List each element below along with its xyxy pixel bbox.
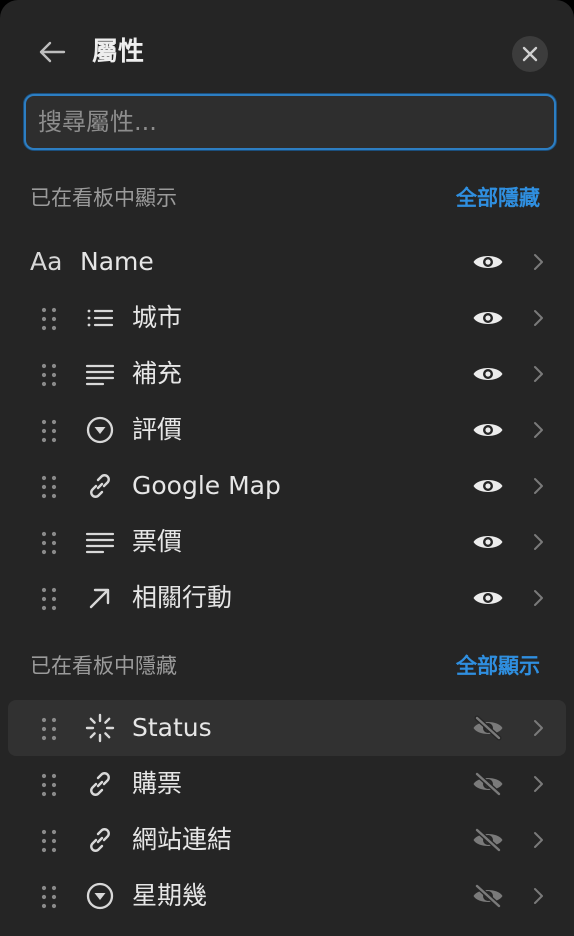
drag-handle-icon[interactable] bbox=[40, 474, 58, 500]
drag-handle-icon[interactable] bbox=[40, 530, 58, 556]
link-icon bbox=[84, 470, 116, 502]
eye-icon[interactable] bbox=[470, 528, 506, 556]
property-label: 相關行動 bbox=[132, 583, 233, 612]
property-row[interactable]: 星期幾 bbox=[8, 868, 566, 924]
hidden-section-label: 已在看板中隱藏 bbox=[30, 654, 177, 678]
property-label: 網站連結 bbox=[132, 825, 233, 854]
chevron-right-icon[interactable] bbox=[526, 770, 550, 798]
chevron-right-icon[interactable] bbox=[526, 472, 550, 500]
arrow-left-icon bbox=[39, 41, 66, 63]
property-row[interactable]: 票價 bbox=[8, 514, 566, 570]
shown-section-label: 已在看板中顯示 bbox=[30, 186, 177, 210]
search-box bbox=[24, 94, 556, 150]
chevron-right-icon[interactable] bbox=[526, 360, 550, 388]
eye-icon[interactable] bbox=[470, 360, 506, 388]
drag-handle-icon[interactable] bbox=[40, 586, 58, 612]
eye-off-icon[interactable] bbox=[470, 714, 506, 742]
hidden-section-header: 已在看板中隱藏 全部顯示 bbox=[0, 646, 574, 686]
property-label: 城市 bbox=[132, 303, 183, 332]
chevron-right-icon[interactable] bbox=[526, 882, 550, 910]
drag-handle-icon[interactable] bbox=[40, 772, 58, 798]
panel-header: 屬性 bbox=[0, 22, 574, 82]
property-label: 星期幾 bbox=[132, 881, 208, 910]
property-label: Status bbox=[132, 713, 212, 742]
panel-title: 屬性 bbox=[92, 37, 145, 67]
property-row[interactable]: Google Map bbox=[8, 458, 566, 514]
property-label: Google Map bbox=[132, 471, 281, 500]
property-label: 購票 bbox=[132, 769, 183, 798]
chevron-right-icon[interactable] bbox=[526, 304, 550, 332]
drag-handle-icon[interactable] bbox=[40, 716, 58, 742]
property-row[interactable]: 相關行動 bbox=[8, 570, 566, 626]
drag-handle-icon[interactable] bbox=[40, 306, 58, 332]
property-label: 評價 bbox=[132, 415, 183, 444]
eye-icon[interactable] bbox=[470, 304, 506, 332]
select-icon bbox=[84, 414, 116, 446]
eye-off-icon[interactable] bbox=[470, 770, 506, 798]
search-input[interactable] bbox=[26, 96, 554, 148]
property-label: 票價 bbox=[132, 527, 183, 556]
drag-handle-icon[interactable] bbox=[40, 884, 58, 910]
chevron-right-icon[interactable] bbox=[526, 248, 550, 276]
hide-all-button[interactable]: 全部隱藏 bbox=[456, 184, 540, 212]
link-icon bbox=[84, 768, 116, 800]
property-row[interactable]: 城市 bbox=[8, 290, 566, 346]
close-icon bbox=[522, 46, 538, 62]
relation-arrow-icon bbox=[84, 582, 116, 614]
eye-off-icon[interactable] bbox=[470, 826, 506, 854]
eye-icon[interactable] bbox=[470, 416, 506, 444]
select-icon bbox=[84, 880, 116, 912]
drag-handle-icon[interactable] bbox=[40, 828, 58, 854]
show-all-button[interactable]: 全部顯示 bbox=[456, 652, 540, 680]
eye-icon[interactable] bbox=[470, 248, 506, 276]
drag-handle-icon[interactable] bbox=[40, 418, 58, 444]
property-row[interactable]: 購票 bbox=[8, 756, 566, 812]
property-row[interactable]: 補充 bbox=[8, 346, 566, 402]
back-button[interactable] bbox=[34, 34, 70, 70]
shown-section-header: 已在看板中顯示 全部隱藏 bbox=[0, 178, 574, 218]
eye-off-icon[interactable] bbox=[470, 882, 506, 910]
property-row[interactable]: 網站連結 bbox=[8, 812, 566, 868]
link-icon bbox=[84, 824, 116, 856]
property-label: 補充 bbox=[132, 359, 183, 388]
chevron-right-icon[interactable] bbox=[526, 714, 550, 742]
list-icon bbox=[84, 302, 116, 334]
status-icon bbox=[84, 712, 116, 744]
properties-panel: 屬性 已在看板中顯示 全部隱藏 Aa Name 城市補充評價 Google Map… bbox=[0, 0, 574, 936]
chevron-right-icon[interactable] bbox=[526, 416, 550, 444]
chevron-right-icon[interactable] bbox=[526, 528, 550, 556]
title-type-icon: Aa bbox=[30, 247, 63, 276]
property-row[interactable]: Status bbox=[8, 700, 566, 756]
chevron-right-icon[interactable] bbox=[526, 584, 550, 612]
property-row-name[interactable]: Aa Name bbox=[8, 234, 566, 290]
drag-handle-icon[interactable] bbox=[40, 362, 58, 388]
text-icon bbox=[84, 358, 116, 390]
eye-icon[interactable] bbox=[470, 472, 506, 500]
eye-icon[interactable] bbox=[470, 584, 506, 612]
property-row[interactable]: 評價 bbox=[8, 402, 566, 458]
text-icon bbox=[84, 526, 116, 558]
close-button[interactable] bbox=[512, 36, 548, 72]
property-label: Name bbox=[80, 247, 154, 276]
chevron-right-icon[interactable] bbox=[526, 826, 550, 854]
